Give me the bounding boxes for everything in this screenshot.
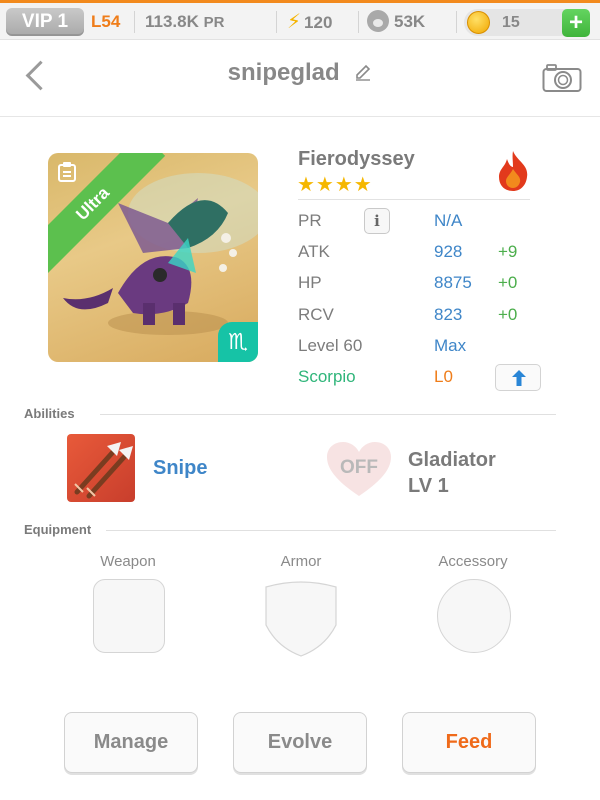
creature-nickname[interactable]: snipeglad [228,59,340,86]
atk-value: 928 [434,242,463,261]
gladiator-ability[interactable]: Gladiator LV 1 [408,447,496,499]
paw-counter[interactable]: 53K [367,6,425,38]
hp-delta: +0 [498,273,518,292]
stat-row-atk: ATK 928 +9 [298,242,558,268]
info-button[interactable]: i [364,208,390,234]
rcv-label: RCV [298,305,334,324]
upgrade-zodiac-button[interactable] [495,364,541,391]
armor-label: Armor [280,553,322,570]
hp-label: HP [298,273,322,292]
rcv-value: 823 [434,305,463,324]
abilities-heading: Abilities [24,406,75,421]
feed-button[interactable]: Feed [402,712,536,773]
divider [134,11,135,33]
atk-delta: +9 [498,242,518,261]
creature-name: Fierodyssey [298,148,415,170]
arrow-up-icon [512,370,526,386]
energy-value: 120 [304,13,333,32]
atk-label: ATK [298,242,330,261]
creature-portrait[interactable]: Ultra ♏ [48,153,258,362]
star-rating: ★★★★ [297,174,373,196]
manage-button[interactable]: Manage [64,712,198,773]
gladiator-ability-level: LV 1 [408,475,449,497]
armor-slot[interactable] [265,577,337,657]
player-pr-value: 113.8K [145,12,199,31]
equipment-divider [106,530,556,531]
add-coins-button[interactable]: + [562,9,590,37]
player-level: L54 [91,12,121,31]
coin-value: 15 [502,14,520,31]
accessory-label: Accessory [438,553,508,570]
stat-row-pr: PR i N/A [298,208,558,237]
arrows-icon [74,442,133,499]
divider [358,11,359,33]
vip-badge[interactable]: VIP 1 [6,8,84,36]
paw-icon [367,10,389,32]
status-bar: VIP 1 L54 113.8K PR ⚡ 120 53K 15 + [0,3,600,40]
stat-row-level: Level 60 Max [298,336,558,362]
weapon-slot[interactable] [93,579,165,653]
equipment-heading: Equipment [24,522,92,537]
stats-divider [298,199,530,200]
weapon-label: Weapon [100,553,156,570]
rcv-delta: +0 [498,305,518,324]
stat-row-rcv: RCV 823 +0 [298,305,558,331]
ability-off-badge[interactable]: OFF [325,457,393,479]
snipe-ability-icon[interactable] [67,434,135,502]
page-header: snipeglad [0,41,600,117]
paw-value: 53K [394,12,426,31]
hp-value: 8875 [434,273,472,292]
level-label: Level 60 [298,336,363,355]
zodiac-label: Scorpio [298,367,356,386]
divider [276,11,277,33]
gladiator-ability-name: Gladiator [408,449,496,471]
player-pr-unit: PR [203,14,225,31]
camera-icon[interactable] [542,63,582,93]
coin-icon [467,11,490,34]
lightning-icon: ⚡ [287,11,302,33]
player-pr: 113.8K PR [145,6,224,38]
pencil-icon[interactable] [354,63,372,81]
divider [456,11,457,33]
pr-value: N/A [434,211,463,230]
page-title: snipeglad [0,59,600,87]
level-value: Max [434,336,467,355]
accessory-slot[interactable] [437,579,511,653]
pr-label: PR [298,211,322,230]
scorpio-icon: ♏ [218,322,258,362]
stat-row-zodiac: Scorpio L0 [298,364,558,393]
energy-counter[interactable]: ⚡ 120 [287,6,332,38]
zodiac-level: L0 [434,367,453,386]
clipboard-icon [58,162,76,182]
stat-row-hp: HP 8875 +0 [298,273,558,299]
fire-icon [499,151,528,191]
abilities-divider [100,414,556,415]
snipe-ability-name[interactable]: Snipe [153,457,207,480]
evolve-button[interactable]: Evolve [233,712,367,773]
